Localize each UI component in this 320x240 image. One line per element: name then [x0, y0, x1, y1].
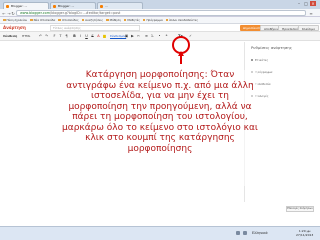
minimize-icon[interactable]: – — [296, 1, 302, 6]
italic-icon[interactable]: I — [78, 34, 83, 39]
bookmarks-bar: Πύλη σχολείου Νέα Ιστοσελίδα Ιστοσελίδες Αν… — [0, 17, 320, 24]
browser-tab[interactable]: Blogger: ... — [3, 2, 49, 9]
blog-name: Ανάρτηση — [3, 25, 26, 30]
undo-icon[interactable]: ↶ — [38, 34, 43, 39]
maximize-icon[interactable]: □ — [303, 1, 309, 6]
bookmark-item[interactable]: Ιστοσελίδες — [58, 17, 79, 23]
blogger-icon — [6, 4, 9, 8]
close-button[interactable]: Κλείσιμο — [298, 25, 320, 31]
bookmark-item[interactable]: Αναζητήσεις — [82, 17, 103, 23]
blogger-header: Ανάρτηση Τίτλος ανάρτησης Δημοσίευση Απο… — [0, 24, 320, 32]
annotation-arrow-line — [180, 54, 182, 64]
annotation-caption: Κατάργηση μορφοποίησης: Όταν αντιγράφω έ… — [62, 70, 258, 154]
browser-tab[interactable]: ... — [97, 2, 143, 9]
wrench-icon[interactable]: ≡ — [309, 11, 313, 16]
network-icon[interactable] — [236, 231, 240, 235]
blogger-icon — [53, 4, 56, 8]
page-icon — [100, 4, 103, 8]
bookmark-item[interactable]: Πύλη σχολείου — [3, 17, 28, 23]
input-language[interactable]: Ελληνικά — [252, 231, 268, 235]
html-mode-tab[interactable]: HTML — [22, 34, 30, 39]
jump-break-icon[interactable]: ✂ — [136, 34, 141, 39]
quote-icon[interactable]: ❝ — [164, 34, 169, 39]
reload-icon[interactable]: ↻ — [11, 11, 15, 16]
bookmark-item[interactable]: Πρόγραμμα — [143, 17, 162, 23]
close-window-icon[interactable]: × — [310, 1, 316, 6]
link-button[interactable]: Σύνδεσμος — [110, 34, 126, 39]
compose-mode-tab[interactable]: Σύνθεση — [3, 34, 17, 39]
browser-tab[interactable]: Blogger: ... — [50, 2, 96, 9]
back-icon[interactable]: ← — [2, 11, 6, 16]
post-title-input[interactable]: Τίτλος ανάρτησης — [50, 25, 140, 31]
text-color-icon[interactable]: A — [96, 34, 101, 39]
sidebar-item-labels[interactable]: Ετικέτες — [251, 58, 268, 62]
windows-taskbar: Ελληνικά 1:20 μμ 27/11/2013 — [0, 226, 320, 240]
highlight-icon[interactable]: ▆ — [102, 34, 107, 39]
clock[interactable]: 1:20 μμ 27/11/2013 — [296, 229, 313, 237]
align-icon[interactable]: ≡ — [144, 34, 149, 39]
insert-video-icon[interactable]: ▶ — [130, 34, 135, 39]
font-size-icon[interactable]: T — [58, 34, 63, 39]
paragraph-format-icon[interactable]: ¶ — [64, 34, 69, 39]
bookmark-item[interactable]: Μάθηση — [106, 17, 121, 23]
editor-toolbar: Σύνθεση HTML ↶ ↷ F T ¶ B I U S A ▆ Σύνδε… — [0, 32, 320, 41]
font-icon[interactable]: F — [52, 34, 57, 39]
shortcut-options-button[interactable]: Επιλογές πλήκτρων — [286, 206, 314, 212]
strikethrough-icon[interactable]: S — [90, 34, 95, 39]
browser-tab-bar: Blogger: ... Blogger: ... ... – □ × — [0, 0, 320, 9]
bookmark-item[interactable]: Άλλοι σελιδοδείκτες — [166, 17, 198, 23]
underline-icon[interactable]: U — [84, 34, 89, 39]
numbered-list-icon[interactable]: 1. — [150, 34, 155, 39]
bulleted-list-icon[interactable]: • — [157, 34, 162, 39]
address-bar-row: ← → ↻ www.blogger.com/blogger.g?blogID=.… — [0, 9, 320, 17]
bookmark-item[interactable]: Μαθητές — [124, 17, 140, 23]
bold-icon[interactable]: B — [72, 34, 77, 39]
volume-icon[interactable] — [243, 231, 247, 235]
url-input[interactable]: www.blogger.com/blogger.g?blogID=...#edi… — [16, 10, 306, 16]
post-settings-heading: Ρυθμίσεις ανάρτησης — [251, 45, 292, 50]
bookmark-item[interactable]: Νέα Ιστοσελίδα — [30, 17, 56, 23]
insert-image-icon[interactable]: ▣ — [124, 34, 129, 39]
redo-icon[interactable]: ↷ — [44, 34, 49, 39]
spellcheck-icon[interactable]: ✓ — [188, 34, 193, 39]
